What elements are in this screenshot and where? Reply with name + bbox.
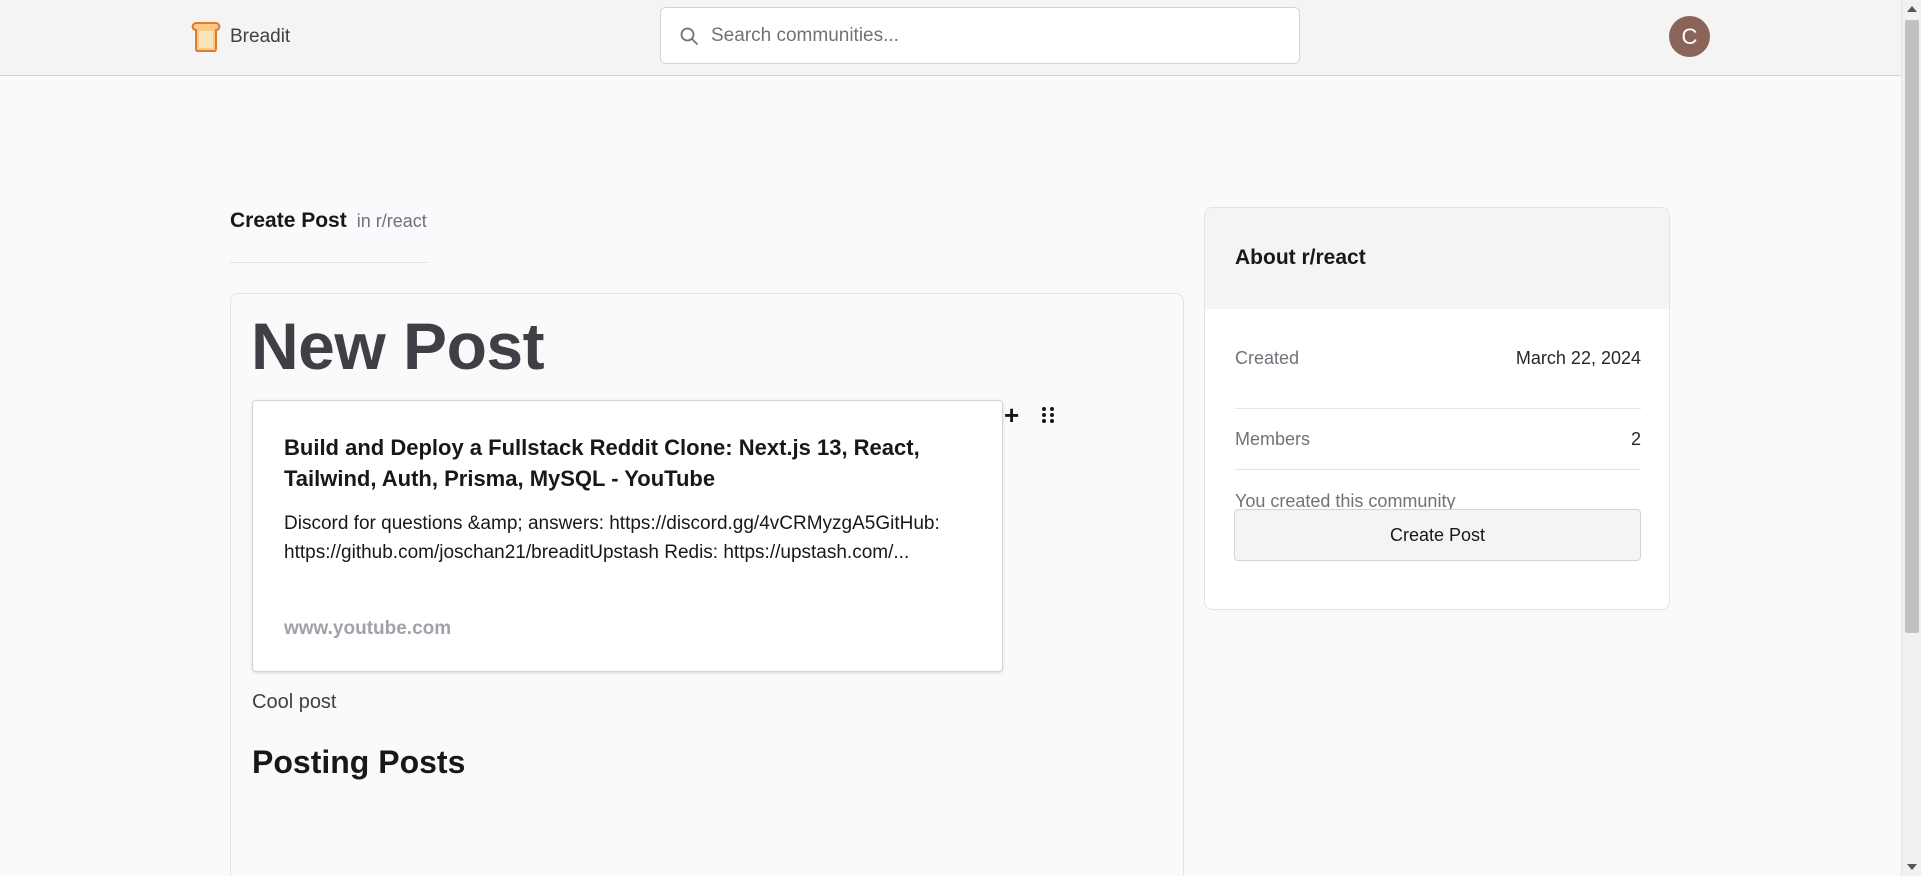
link-preview-domain: www.youtube.com: [284, 618, 452, 639]
scroll-down-arrow-icon[interactable]: [1907, 864, 1917, 870]
page-heading: Create Post in r/react: [230, 209, 428, 263]
creator-note: You created this community: [1235, 491, 1456, 511]
create-post-button[interactable]: Create Post: [1234, 509, 1641, 561]
sidebar-header: About r/react: [1205, 208, 1669, 309]
members-label: Members: [1235, 429, 1311, 449]
created-value: March 22, 2024: [1515, 348, 1641, 368]
page-scrollbar[interactable]: [1901, 0, 1921, 876]
sidebar-title: About r/react: [1235, 246, 1366, 269]
brand-link[interactable]: Breadit: [190, 20, 290, 53]
created-row: Created March 22, 2024: [1235, 348, 1641, 409]
post-title-input[interactable]: New Post: [251, 308, 545, 384]
brand-name: Breadit: [230, 25, 291, 47]
scroll-up-arrow-icon[interactable]: [1907, 6, 1917, 12]
page-subtitle: in r/react: [356, 211, 427, 231]
navbar: Breadit C: [0, 0, 1901, 76]
plus-icon[interactable]: +: [1004, 402, 1019, 428]
drag-handle-icon[interactable]: [1041, 406, 1055, 424]
post-editor[interactable]: New Post Build and Deploy a Fullstack Re…: [230, 293, 1184, 876]
page-title: Create Post: [230, 209, 347, 232]
bread-logo-icon: [191, 22, 221, 52]
scrollbar-thumb[interactable]: [1905, 20, 1919, 633]
search-icon: [680, 27, 698, 45]
members-row: Members 2: [1235, 409, 1641, 470]
link-preview-description: Discord for questions &amp; answers: htt…: [284, 513, 940, 563]
search-bar[interactable]: [660, 7, 1300, 64]
search-input[interactable]: [711, 24, 1271, 47]
editor-heading[interactable]: Posting Posts: [252, 744, 465, 781]
members-value: 2: [1630, 429, 1641, 449]
created-label: Created: [1235, 348, 1300, 368]
link-preview-card[interactable]: Build and Deploy a Fullstack Reddit Clon…: [252, 400, 1003, 672]
editor-paragraph[interactable]: Cool post: [252, 691, 337, 714]
community-sidebar: About r/react Created March 22, 2024 Mem…: [1204, 207, 1670, 610]
link-preview-title: Build and Deploy a Fullstack Reddit Clon…: [284, 435, 920, 491]
user-avatar[interactable]: C: [1669, 16, 1710, 57]
